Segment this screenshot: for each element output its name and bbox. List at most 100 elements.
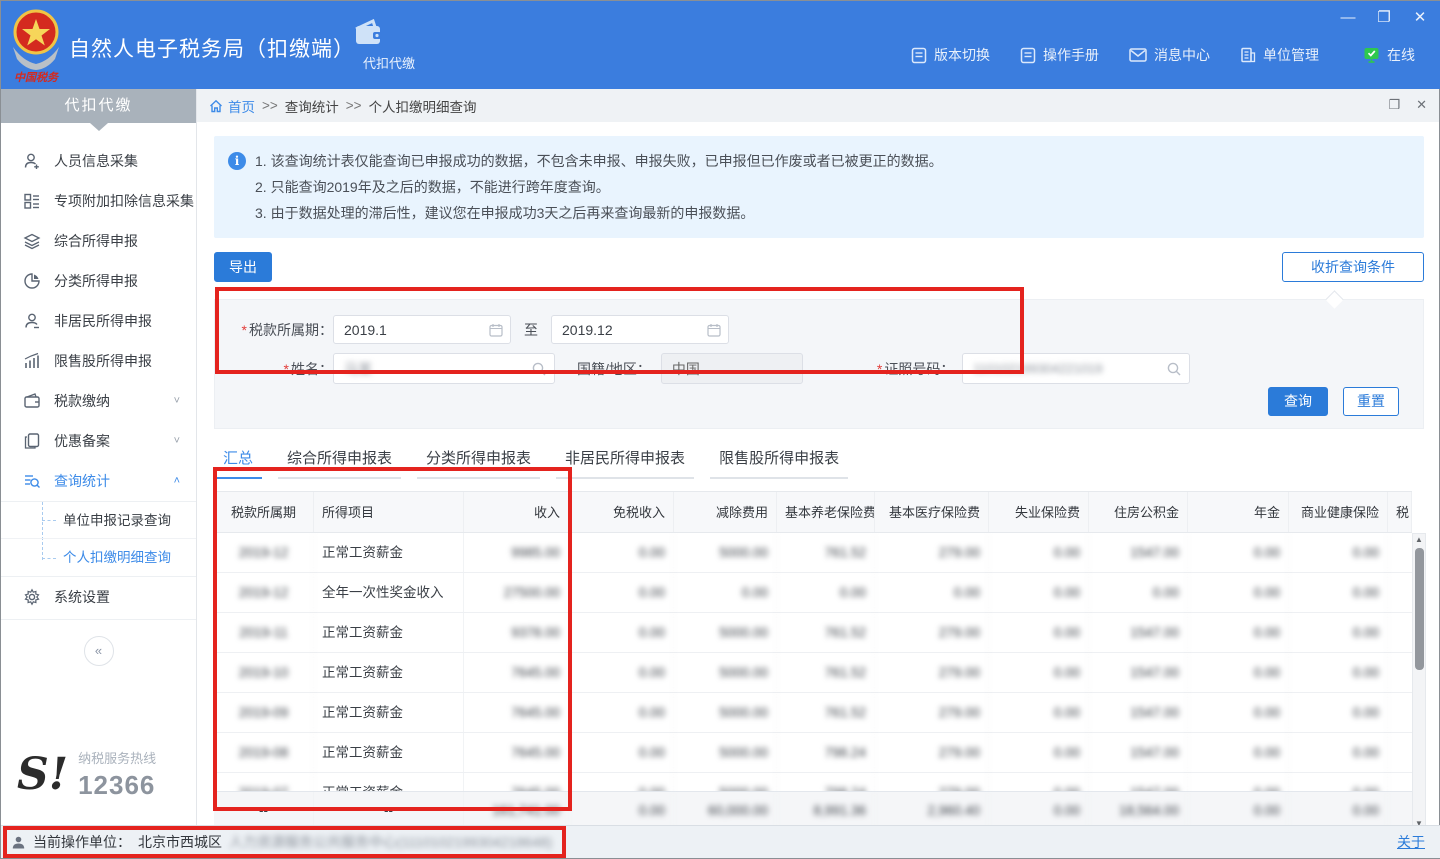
column-header: 失业保险费 bbox=[989, 492, 1089, 532]
table-cell: 0.00 bbox=[1188, 773, 1289, 791]
vertical-scroll-thumb[interactable] bbox=[1415, 548, 1424, 670]
period-to-input[interactable]: 2019.12 bbox=[551, 315, 729, 344]
sidebar-item-system-settings[interactable]: 系统设置 bbox=[1, 577, 196, 617]
column-header: 收入 bbox=[464, 492, 569, 532]
search-icon[interactable] bbox=[1166, 361, 1182, 377]
menu-version-switch[interactable]: 版本切换 bbox=[911, 45, 990, 65]
sidebar-item-label: 系统设置 bbox=[54, 587, 110, 607]
breadcrumb-home[interactable]: 首页 bbox=[209, 96, 255, 116]
table-cell: 27500.00 bbox=[464, 573, 569, 612]
breadcrumb-item-query-statistics: 查询统计 bbox=[285, 96, 339, 116]
table-cell: 1547.00 bbox=[1089, 653, 1188, 692]
pane-close-button[interactable]: ✕ bbox=[1416, 97, 1427, 113]
search-icon[interactable] bbox=[531, 361, 547, 377]
restore-button[interactable]: ❐ bbox=[1373, 7, 1395, 27]
sidebar-collapse-button[interactable]: « bbox=[84, 636, 114, 666]
pane-controls: ❒ ✕ bbox=[1388, 97, 1427, 113]
menu-unit-management[interactable]: 单位管理 bbox=[1240, 45, 1319, 65]
tab-restricted-shares[interactable]: 限售股所得申报表 bbox=[710, 447, 848, 479]
pie-chart-icon bbox=[23, 272, 41, 290]
summary-cell: 8,991.36 bbox=[777, 792, 875, 825]
sidebar-item-preference-record[interactable]: 优惠备案 ˅ bbox=[1, 421, 196, 461]
sidebar-item-classified-income[interactable]: 分类所得申报 bbox=[1, 261, 196, 301]
query-button[interactable]: 查询 bbox=[1268, 387, 1328, 416]
submenu-item-personal-withholding-query[interactable]: 个人扣缴明细查询 bbox=[1, 539, 196, 576]
export-button[interactable]: 导出 bbox=[214, 252, 272, 282]
close-button[interactable]: ✕ bbox=[1409, 7, 1431, 27]
collapse-query-button[interactable]: 收折查询条件 bbox=[1282, 252, 1424, 282]
operating-unit-district: 北京市西城区 bbox=[138, 832, 222, 852]
table-cell: 0.00 bbox=[569, 573, 674, 612]
envelope-icon bbox=[1129, 48, 1147, 62]
table-cell: 798.24 bbox=[777, 773, 875, 791]
tab-classified-income[interactable]: 分类所得申报表 bbox=[417, 447, 540, 479]
sidebar-item-label: 限售股所得申报 bbox=[54, 351, 152, 371]
name-input[interactable]: 马某 bbox=[333, 353, 555, 384]
table-row: 2019-12全年一次性奖金收入27500.000.000.000.000.00… bbox=[214, 573, 1412, 613]
id-number-input[interactable]: 110102199304221019 bbox=[962, 353, 1190, 384]
app-window: { "window": { "minimize": "—", "restore"… bbox=[0, 0, 1440, 859]
chevron-up-icon: ˄ bbox=[174, 475, 180, 487]
menu-message-center[interactable]: 消息中心 bbox=[1129, 45, 1210, 65]
table-cell: 0.00 bbox=[989, 533, 1089, 572]
summary-cell: 0.00 bbox=[1188, 792, 1289, 825]
home-icon bbox=[209, 99, 223, 113]
search-list-icon bbox=[23, 472, 41, 490]
vertical-scrollbar[interactable]: ▲ ▼ bbox=[1412, 533, 1426, 825]
submenu-item-unit-declaration-query[interactable]: 单位申报记录查询 bbox=[1, 502, 196, 539]
sidebar-item-tax-payment[interactable]: 税款缴纳 ˅ bbox=[1, 381, 196, 421]
tab-daikou-daijiao[interactable]: 代扣代缴 bbox=[353, 19, 425, 72]
sidebar-item-personnel-info[interactable]: 人员信息采集 bbox=[1, 141, 196, 181]
nationality-value: 中国 bbox=[672, 359, 700, 379]
table-cell: 5000.00 bbox=[674, 693, 777, 732]
sidebar-item-comprehensive-income[interactable]: 综合所得申报 bbox=[1, 221, 196, 261]
about-link[interactable]: 关于 bbox=[1397, 832, 1425, 852]
period-from-input[interactable]: 2019.1 bbox=[333, 315, 511, 344]
minimize-button[interactable]: — bbox=[1337, 7, 1359, 27]
scroll-up-arrow[interactable]: ▲ bbox=[1413, 534, 1425, 546]
sidebar-item-nonresident-income[interactable]: 非居民所得申报 bbox=[1, 301, 196, 341]
table-cell: 5000.00 bbox=[674, 653, 777, 692]
breadcrumb-item-current-page: 个人扣缴明细查询 bbox=[369, 96, 477, 116]
breadcrumb-separator: >> bbox=[262, 98, 278, 113]
status-bar: 当前操作单位：北京市西城区人力资源服务公共服务中心(11101021993042… bbox=[1, 825, 1440, 858]
reset-button[interactable]: 重置 bbox=[1343, 387, 1399, 416]
table-cell: 0.00 bbox=[1289, 613, 1388, 652]
menu-manual[interactable]: 操作手册 bbox=[1020, 45, 1099, 65]
table-cell: 0.00 bbox=[989, 573, 1089, 612]
copy-docs-icon bbox=[23, 432, 41, 450]
tab-summary[interactable]: 汇总 bbox=[214, 447, 262, 479]
tab-nonresident-income[interactable]: 非居民所得申报表 bbox=[556, 447, 694, 479]
table-cell: 5000.00 bbox=[674, 773, 777, 791]
main-content: i 1. 该查询统计表仅能查询已申报成功的数据，不包含未申报、申报失败，已申报但… bbox=[197, 122, 1439, 825]
scroll-down-arrow[interactable]: ▼ bbox=[1413, 818, 1425, 825]
id-number-label: *证照号码： bbox=[877, 359, 954, 379]
online-monitor-check-icon bbox=[1363, 47, 1380, 63]
table-cell: 2019-10 bbox=[214, 653, 314, 692]
sidebar-item-query-statistics[interactable]: 查询统计 ˄ bbox=[1, 461, 196, 501]
building-icon bbox=[1240, 47, 1256, 63]
table-cell: 279.00 bbox=[875, 693, 989, 732]
calendar-icon[interactable] bbox=[707, 323, 721, 337]
hotline-logo: S! 纳税服务热线 12366 bbox=[17, 748, 156, 801]
column-header: 基本养老保险费 bbox=[777, 492, 875, 532]
table-cell: 正常工资薪金 bbox=[314, 533, 464, 572]
table-cell: 0.00 bbox=[1188, 693, 1289, 732]
id-number-value: 110102199304221019 bbox=[973, 361, 1102, 376]
sidebar-item-label: 人员信息采集 bbox=[54, 151, 138, 171]
summary-cell: 60,000.00 bbox=[674, 792, 777, 825]
toolbar: 导出 收折查询条件 bbox=[214, 252, 1424, 282]
tab-comprehensive-income[interactable]: 综合所得申报表 bbox=[278, 447, 401, 479]
table-row: 2019-09正常工资薪金7645.000.005000.00761.52279… bbox=[214, 693, 1412, 733]
sidebar-item-restricted-shares[interactable]: 限售股所得申报 bbox=[1, 341, 196, 381]
pane-maximize-button[interactable]: ❒ bbox=[1388, 97, 1400, 113]
sidebar-item-special-deduction[interactable]: 专项附加扣除信息采集 bbox=[1, 181, 196, 221]
sidebar-item-label: 税款缴纳 bbox=[54, 391, 110, 411]
table-cell: 1547.00 bbox=[1089, 693, 1188, 732]
online-status[interactable]: 在线 bbox=[1363, 45, 1415, 65]
top-menu: 版本切换 操作手册 消息中心 单位管理 在线 bbox=[911, 45, 1415, 65]
calendar-icon[interactable] bbox=[489, 323, 503, 337]
table-cell: 0.00 bbox=[569, 693, 674, 732]
table-cell: 正常工资薪金 bbox=[314, 773, 464, 791]
summary-cell: 2,960.40 bbox=[875, 792, 989, 825]
